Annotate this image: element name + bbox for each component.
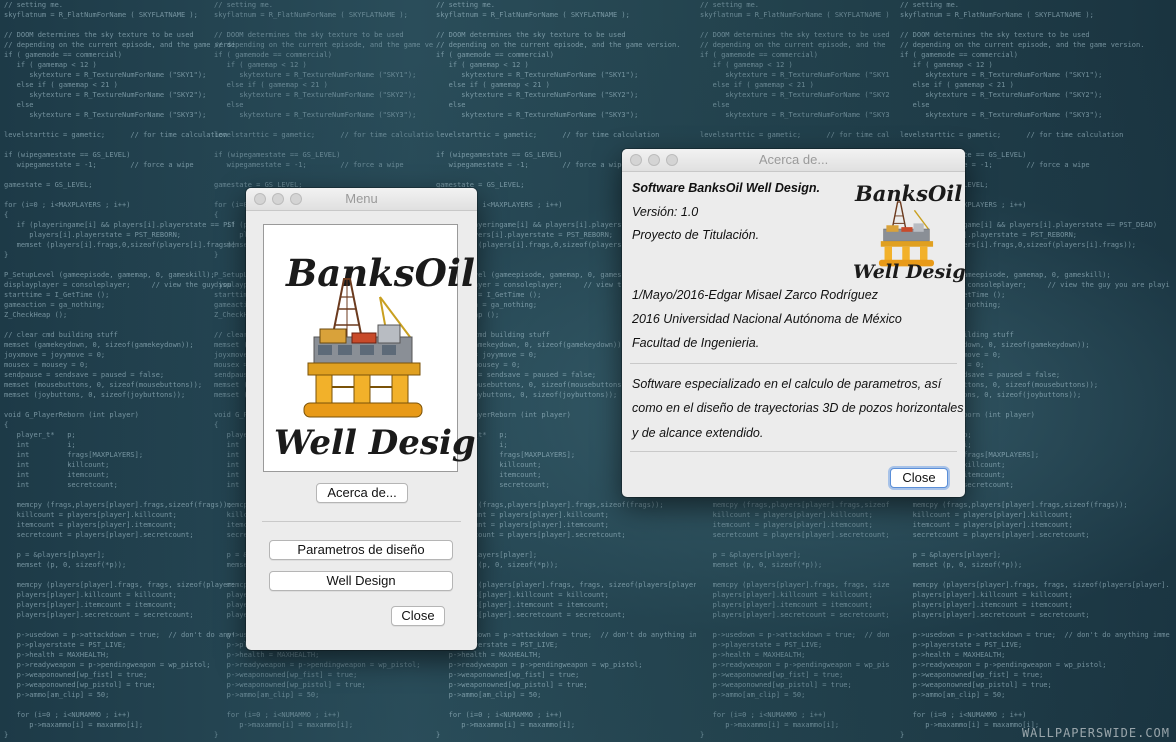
project-label: Proyecto de Titulación. — [632, 228, 760, 242]
description-line: como en el diseño de trayectorias 3D de … — [632, 401, 964, 415]
faculty-line: Facultad de Ingenieria. — [632, 336, 760, 350]
banksoil-logo: BanksOil Well Design — [849, 179, 965, 287]
logo-subtitle: Well Design — [274, 423, 477, 463]
code-text-column: // setting me. skyflatnum = R_FlatNumFor… — [4, 1, 234, 739]
divider — [630, 451, 957, 452]
about-window-titlebar[interactable]: Acerca de... — [622, 149, 965, 172]
menu-window: Menu BanksOil Well Desig Acerca de... Pa… — [246, 188, 477, 650]
desktop-wallpaper: // setting me. skyflatnum = R_FlatNumFor… — [0, 0, 1176, 742]
close-button[interactable]: Close — [391, 606, 445, 626]
divider — [262, 521, 461, 522]
well-design-button[interactable]: Well Design — [269, 571, 453, 591]
design-parameters-button[interactable]: Parametros de diseño — [269, 540, 453, 560]
oil-platform-icon — [303, 278, 423, 418]
close-button[interactable]: Close — [890, 468, 948, 488]
logo-subtitle: Well Design — [853, 261, 965, 283]
description-line: y de alcance extendido. — [632, 426, 764, 440]
watermark: WALLPAPERSWIDE.COM — [1021, 726, 1170, 740]
menu-window-titlebar[interactable]: Menu — [246, 188, 477, 211]
description-line: Software especializado en el calculo de … — [632, 377, 942, 391]
window-title: Acerca de... — [758, 152, 829, 167]
banksoil-logo: BanksOil Well Desig — [263, 224, 477, 472]
university-line: 2016 Universidad Nacional Autónoma de Mé… — [632, 312, 902, 326]
window-title: Menu — [345, 191, 378, 206]
divider — [630, 363, 957, 364]
about-button[interactable]: Acerca de... — [316, 483, 408, 503]
software-name: Software BanksOil Well Design. — [632, 181, 821, 195]
version-label: Versión: 1.0 — [632, 205, 699, 219]
about-window: Acerca de... Software BanksOil Well Desi… — [622, 149, 965, 497]
author-line: 1/Mayo/2016-Edgar Misael Zarco Rodríguez — [632, 288, 878, 302]
